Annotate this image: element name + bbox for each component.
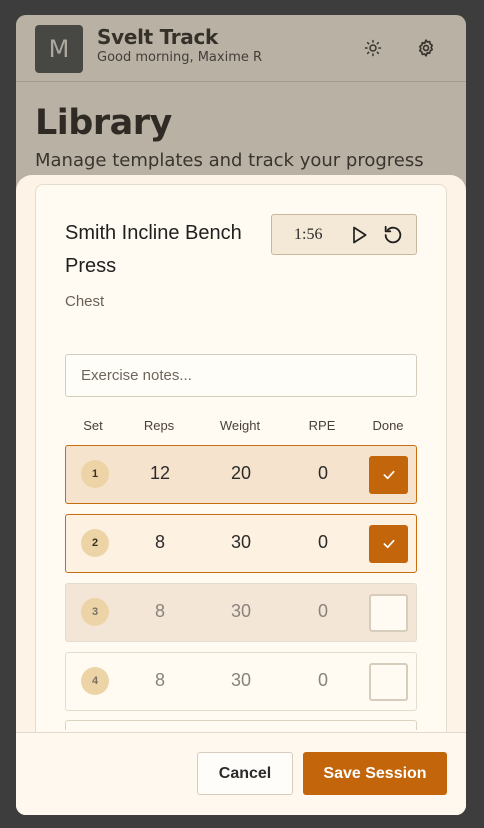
weight-value[interactable]: 30: [231, 670, 251, 691]
rpe-value[interactable]: 0: [318, 532, 328, 553]
exercise-card: Smith Incline Bench Press Chest 1:56 Set…: [35, 184, 447, 784]
session-sheet: Smith Incline Bench Press Chest 1:56 Set…: [16, 175, 466, 815]
reps-value[interactable]: 8: [155, 670, 165, 691]
set-number: 1: [81, 460, 109, 488]
set-row: 2 8 30 0: [65, 514, 417, 573]
header-rpe: RPE: [308, 418, 336, 433]
cancel-button[interactable]: Cancel: [197, 752, 293, 795]
header-done: Done: [372, 418, 404, 433]
weight-value[interactable]: 30: [231, 532, 251, 553]
sets-table-header: Set Reps Weight RPE Done: [65, 418, 417, 438]
save-session-button[interactable]: Save Session: [303, 752, 447, 795]
timer-value: 1:56: [294, 226, 323, 243]
exercise-notes-input[interactable]: [65, 354, 417, 397]
done-checkbox[interactable]: [369, 456, 408, 494]
rpe-value[interactable]: 0: [318, 463, 328, 484]
rest-timer: 1:56: [271, 214, 417, 255]
set-number: 4: [81, 667, 109, 695]
header-reps: Reps: [143, 418, 175, 433]
next-row-partial: [65, 720, 417, 730]
exercise-name: Smith Incline Bench Press: [65, 222, 242, 277]
check-icon: [383, 539, 394, 549]
set-row: 1 12 20 0: [65, 445, 417, 504]
done-checkbox[interactable]: [369, 663, 408, 701]
sheet-footer: Cancel Save Session: [16, 732, 466, 815]
check-icon: [383, 470, 394, 480]
weight-value[interactable]: 20: [231, 463, 251, 484]
reps-value[interactable]: 8: [155, 532, 165, 553]
play-icon[interactable]: [349, 225, 369, 245]
app-window: M Svelt Track Good morning, Maxime R Lib…: [16, 15, 466, 815]
weight-value[interactable]: 30: [231, 601, 251, 622]
done-checkbox[interactable]: [369, 594, 408, 632]
set-number: 3: [81, 598, 109, 626]
header-weight: Weight: [219, 418, 261, 433]
reps-value[interactable]: 8: [155, 601, 165, 622]
muscle-group: Chest: [65, 293, 105, 310]
reset-icon[interactable]: [382, 224, 404, 246]
header-set: Set: [83, 418, 103, 433]
done-checkbox[interactable]: [369, 525, 408, 563]
set-row: 3 8 30 0: [65, 583, 417, 642]
reps-value[interactable]: 12: [150, 463, 170, 484]
set-number: 2: [81, 529, 109, 557]
set-row: 4 8 30 0: [65, 652, 417, 711]
rpe-value[interactable]: 0: [318, 670, 328, 691]
rpe-value[interactable]: 0: [318, 601, 328, 622]
